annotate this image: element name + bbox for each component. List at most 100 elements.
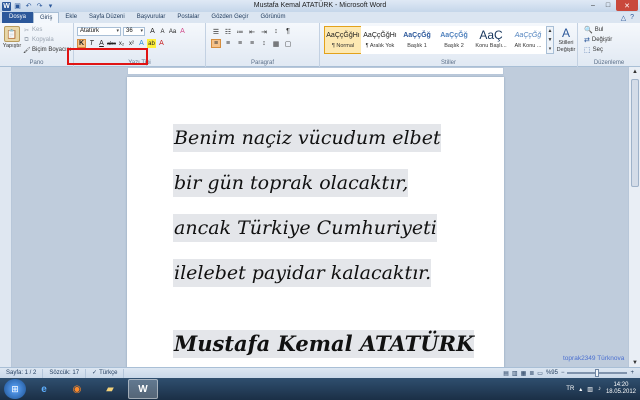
signature-line[interactable]: Mustafa Kemal ATATÜRK [173,330,475,358]
superscript-button[interactable]: x² [127,39,136,48]
help-icon[interactable]: ? [630,14,634,21]
text-line[interactable]: ilelebet payidar kalacaktır. [173,259,432,287]
maximize-button[interactable]: □ [601,0,615,11]
show-marks-button[interactable]: ¶ [283,27,293,36]
tab-review[interactable]: Gözden Geçir [205,12,254,23]
full-screen-icon[interactable]: ▥ [512,370,518,377]
style-subtitle[interactable]: AaÇçĞğ Alt Konu ... [509,26,547,54]
zoom-in-icon[interactable]: + [630,370,634,376]
style-heading-1[interactable]: AaÇçĞğ Başlık 1 [398,26,436,54]
folder-icon[interactable]: ▰ [95,379,125,399]
shrink-font-button[interactable]: A [158,27,167,36]
volume-icon[interactable]: ♪ [598,386,601,392]
justify-button[interactable]: ≡ [247,39,257,48]
tab-insert[interactable]: Ekle [59,12,83,23]
italic-button[interactable]: T [87,39,96,48]
shading-button[interactable]: ▦ [271,39,281,48]
word-icon[interactable]: W [128,379,158,399]
line-spacing-button[interactable]: ↕ [259,39,269,48]
network-icon[interactable]: ▥ [587,386,593,393]
style-no-spacing[interactable]: AaÇçĞğHı ¶ Aralık Yok [361,26,399,54]
paste-button[interactable]: 📋 Yapıştır [2,26,22,49]
scroll-up-icon[interactable]: ▲ [629,67,640,76]
align-left-button[interactable]: ≡ [211,39,221,48]
bullets-button[interactable]: ☰ [211,27,221,36]
language-indicator[interactable]: ✓ Türkçe [86,368,125,378]
style-sample: AaÇçĞğHı [326,31,360,39]
numbering-button[interactable]: ☷ [223,27,233,36]
find-button[interactable]: 🔍 Bul [584,26,603,34]
bold-button[interactable]: K [77,39,86,48]
document-page[interactable]: Benim naçiz vücudum elbet bir gün toprak… [127,77,504,377]
text-effects-button[interactable]: A [137,39,146,48]
grow-font-button[interactable]: A [148,27,157,36]
undo-icon[interactable]: ↶ [24,2,33,11]
borders-button[interactable]: ▢ [283,39,293,48]
tab-home[interactable]: Giriş [33,12,60,23]
text-line[interactable]: ancak Türkiye Cumhuriyeti [173,214,437,242]
change-styles-button[interactable]: A Stilleri Değiştir [555,26,577,54]
zoom-level[interactable]: %95 [546,370,558,376]
start-button[interactable]: ⊞ [4,379,26,399]
change-case-button[interactable]: Aa [168,27,177,36]
quick-access-toolbar: W ▣ ↶ ↷ ▾ [0,1,55,11]
align-center-button[interactable]: ≡ [223,39,233,48]
copy-button[interactable]: ⧉ Kopyala [23,36,71,44]
increase-indent-button[interactable]: ⇥ [259,27,269,36]
font-size-select[interactable]: 36 ▾ [123,27,145,36]
vertical-scrollbar[interactable]: ▲ ▼ [628,67,640,367]
multilevel-list-button[interactable]: ≔ [235,27,245,36]
web-layout-icon[interactable]: ▦ [521,370,527,377]
page-count[interactable]: Sayfa: 1 / 2 [0,368,44,378]
scroll-thumb[interactable] [631,79,639,187]
firefox-icon[interactable]: ◉ [62,379,92,399]
vertical-ruler [0,67,12,367]
decrease-indent-button[interactable]: ⇤ [247,27,257,36]
font-color-button[interactable]: A [157,39,166,48]
redo-icon[interactable]: ↷ [35,2,44,11]
tab-view[interactable]: Görünüm [254,12,291,23]
word-count[interactable]: Sözcük: 17 [43,368,87,378]
clear-format-button[interactable]: A [178,27,187,36]
show-hidden-icon[interactable]: ▴ [579,386,582,393]
font-name-select[interactable]: Atatürk ▾ [77,27,121,36]
strikethrough-button[interactable]: abc [107,39,116,48]
replace-button[interactable]: ⇄ Değiştir [584,36,612,44]
ie-icon[interactable]: e [29,379,59,399]
zoom-slider-knob[interactable] [595,369,600,377]
minimize-ribbon-icon[interactable]: △ [621,14,626,22]
tab-references[interactable]: Başvurular [131,12,172,23]
close-button[interactable]: ✕ [616,0,638,11]
format-painter-button[interactable]: 🖌 Biçim Boyacısı [23,46,71,54]
underline-button[interactable]: A [97,39,106,48]
print-layout-icon[interactable]: ▤ [503,370,509,377]
zoom-slider[interactable] [567,369,628,377]
tab-page-layout[interactable]: Sayfa Düzeni [83,12,131,23]
tab-mailings[interactable]: Postalar [171,12,205,23]
customize-qat-icon[interactable]: ▾ [46,2,55,11]
highlight-color-button[interactable]: ab [147,39,156,48]
align-right-button[interactable]: ≡ [235,39,245,48]
style-title[interactable]: AaÇ Konu Başlı... [472,26,510,54]
tab-file[interactable]: Dosya [2,12,34,23]
style-heading-2[interactable]: AaÇçĞğ Başlık 2 [435,26,473,54]
text-line[interactable]: Benim naçiz vücudum elbet [173,124,441,152]
subscript-button[interactable]: x₂ [117,39,126,48]
text-line[interactable]: bir gün toprak olacaktır, [173,169,409,197]
zoom-out-icon[interactable]: − [561,370,565,376]
cut-button[interactable]: ✂ Kes [23,26,71,34]
word-icon[interactable]: W [2,1,11,11]
outline-icon[interactable]: ≣ [529,370,534,377]
style-sample: AaÇçĞğ [440,31,468,39]
clock[interactable]: 14:20 18.05.2012 [606,382,636,396]
minimize-button[interactable]: – [586,0,600,11]
sort-button[interactable]: ↕ [271,27,281,36]
style-sample: AaÇçĞğHı [363,31,397,39]
save-icon[interactable]: ▣ [13,2,22,11]
draft-icon[interactable]: ▭ [537,370,543,377]
styles-scroll[interactable]: ▲ ▼ ▾ [546,26,554,54]
style-normal[interactable]: AaÇçĞğHı ¶ Normal [324,26,362,54]
select-button[interactable]: ⬚ Seç [584,46,603,54]
scroll-down-icon[interactable]: ▼ [629,358,640,367]
language-indicator[interactable]: TR [566,386,574,392]
